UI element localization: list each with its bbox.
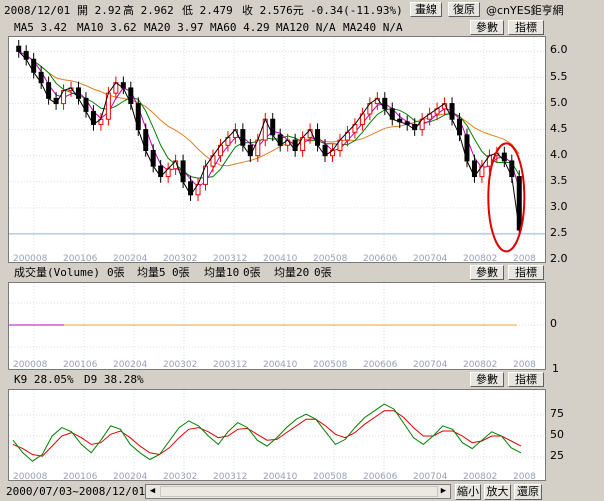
x-date-label: 200106 <box>63 254 98 263</box>
restore-draw-button[interactable]: 復原 <box>448 2 480 17</box>
quote-high: 高 2.962 <box>123 4 174 17</box>
date-range: 2000/07/03~2008/12/01 <box>6 485 146 498</box>
x-date-label: 200606 <box>363 472 398 481</box>
restore-zoom-button[interactable]: 還原 <box>514 484 542 500</box>
ma5-line <box>18 51 520 231</box>
ma120-label: MA120 N/A <box>276 21 336 34</box>
price-axis-label: 2.0 <box>550 252 568 265</box>
k9-line <box>12 403 522 462</box>
ma240-label: MA240 N/A <box>343 21 403 34</box>
ma-bar: MA5 3.42 MA10 3.62 MA20 3.97 MA60 4.29 M… <box>0 20 604 36</box>
x-date-label: 200302 <box>163 472 197 481</box>
kd-axis-label: 25 <box>550 449 564 462</box>
price-params-button[interactable]: 參數 <box>470 20 504 35</box>
price-axis-label: 4.5 <box>550 121 568 135</box>
ma5-label: MA5 3.42 <box>14 21 67 34</box>
x-date-label: 200008 <box>13 360 48 370</box>
avg10-label: 均量10 <box>204 266 240 279</box>
x-date-label: 200508 <box>313 472 348 481</box>
k9-label: K9 28.05% <box>14 373 74 386</box>
x-date-label: 200508 <box>313 360 348 370</box>
x-date-label: 200312 <box>213 472 247 481</box>
x-date-label: 200802 <box>463 472 497 481</box>
volume-value: 0張 <box>107 266 125 279</box>
x-date-label: 200312 <box>213 360 247 370</box>
ma20-label: MA20 3.97 <box>144 21 204 34</box>
scroll-thumb[interactable] <box>160 486 438 497</box>
quote-open: 開 2.92 <box>77 4 122 17</box>
price-axis-label: 4.0 <box>550 147 568 161</box>
quote-close: 收 2.576元 <box>242 4 304 17</box>
price-chart-panel: 200008 200106 200204 200302 200312 200410 2005… <box>8 36 546 263</box>
volume-indicator-button[interactable]: 指標 <box>508 265 544 280</box>
kd-chart: 200008 200106 200204 200302 200312 200410 2005… <box>9 390 545 481</box>
x-date-label: 200204 <box>113 254 148 263</box>
scroll-left-icon[interactable]: ◀ <box>146 485 159 498</box>
avg20-value: 0張 <box>314 266 332 279</box>
x-date-label: 200008 <box>13 472 48 481</box>
price-axis-label: 2.5 <box>550 225 568 239</box>
zoom-out-button[interactable]: 縮小 <box>455 484 481 500</box>
x-date-label: 200606 <box>363 360 398 370</box>
x-date-label: 200204 <box>113 472 148 481</box>
avg5-label: 均量5 <box>137 266 166 279</box>
brand-logo: @cnYES鉅亨網 <box>486 4 564 17</box>
kd-axis-label: 75 <box>550 407 564 420</box>
scroll-right-icon[interactable]: ▶ <box>437 485 450 498</box>
quote-change: -0.34(-11.93%) <box>310 4 403 17</box>
volume-axis-zero: 0 <box>550 317 557 330</box>
quote-low: 低 2.479 <box>182 4 233 17</box>
x-date-label: 200410 <box>263 254 298 263</box>
kd-chart-panel: 200008 200106 200204 200302 200312 200410 2005… <box>8 389 546 481</box>
volume-params-button[interactable]: 參數 <box>470 265 504 280</box>
x-date-label: 200106 <box>63 360 98 370</box>
avg5-value: 0張 <box>172 266 190 279</box>
x-date-label: 200606 <box>363 254 398 263</box>
x-date-label: 200410 <box>263 360 298 370</box>
x-date-label: 200312 <box>213 254 247 263</box>
quote-header: 2008/12/01 開 2.92 高 2.962 低 2.479 收 2.57… <box>0 0 604 20</box>
x-date-label: 200802 <box>463 360 497 370</box>
volume-chart-panel: 200008 200106 200204 200302 200312 200410 2005… <box>8 282 546 370</box>
x-date-label: 2008 <box>513 360 536 370</box>
x-date-label: 200802 <box>463 254 497 263</box>
price-indicator-button[interactable]: 指標 <box>508 20 544 35</box>
price-axis-label: 5.0 <box>550 95 568 109</box>
draw-line-button[interactable]: 畫線 <box>410 2 442 17</box>
x-date-label: 200508 <box>313 254 348 263</box>
price-axis-label: 3.5 <box>550 173 568 187</box>
quote-date: 2008/12/01 <box>4 4 71 17</box>
x-date-label: 200204 <box>113 360 148 370</box>
candle-body <box>16 45 22 52</box>
avg20-label: 均量20 <box>274 266 310 279</box>
price-axis-label: 3.0 <box>550 199 568 213</box>
volume-chart: 200008 200106 200204 200302 200312 200410 2005… <box>9 283 545 370</box>
kd-indicator-button[interactable]: 指標 <box>508 372 544 387</box>
volume-label: 成交量(Volume) <box>14 266 100 279</box>
price-chart: 200008 200106 200204 200302 200312 200410 2005… <box>9 37 545 263</box>
x-date-label: 200008 <box>13 254 48 263</box>
price-axis-label: 5.5 <box>550 69 568 83</box>
x-date-label: 200302 <box>163 254 197 263</box>
zoom-in-button[interactable]: 放大 <box>484 484 511 500</box>
x-date-label: 200704 <box>413 360 448 370</box>
time-scrollbar[interactable]: ◀ ▶ <box>145 484 451 499</box>
x-date-label: 200410 <box>263 472 298 481</box>
x-date-label: 2008 <box>513 254 536 263</box>
kd-params-button[interactable]: 參數 <box>470 372 504 387</box>
avg10-value: 0張 <box>243 266 261 279</box>
d9-line <box>12 410 522 457</box>
x-date-label: 2008 <box>513 472 536 481</box>
ma60-label: MA60 4.29 <box>210 21 270 34</box>
volume-bar: 成交量(Volume) 0張 均量5 0張 均量10 0張 均量20 0張 參數… <box>0 265 604 281</box>
x-date-label: 200106 <box>63 472 98 481</box>
ma10-label: MA10 3.62 <box>77 21 137 34</box>
x-date-label: 200704 <box>413 472 448 481</box>
price-axis-label: 6.0 <box>550 43 568 57</box>
x-date-label: 200704 <box>413 254 448 263</box>
kd-bar: K9 28.05% D9 38.28% 參數 指標 <box>0 372 604 388</box>
kd-axis-label: 50 <box>550 428 564 441</box>
d9-label: D9 38.28% <box>84 373 144 386</box>
x-date-label: 200302 <box>163 360 197 370</box>
